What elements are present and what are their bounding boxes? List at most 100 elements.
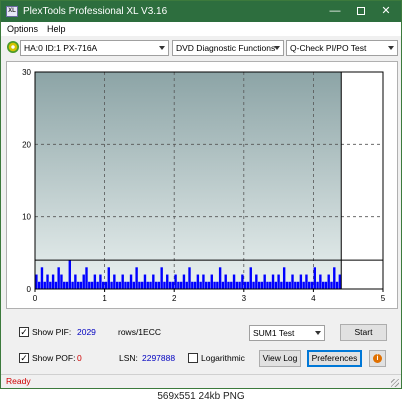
- disc-icon: [7, 41, 19, 53]
- chart-bar: [330, 281, 333, 289]
- show-pof-checkbox[interactable]: ✓: [19, 353, 29, 363]
- x-tick-label: 4: [311, 294, 316, 303]
- chart-bar: [260, 281, 264, 289]
- function-select[interactable]: DVD Diagnostic Functions: [172, 40, 284, 56]
- chevron-down-icon: [159, 46, 165, 50]
- chart-bar: [193, 281, 197, 289]
- sum-test-select[interactable]: SUM1 Test: [249, 325, 325, 341]
- chart-bar: [129, 274, 133, 289]
- chart-bar: [213, 281, 216, 289]
- pif-value: 2029: [77, 327, 96, 337]
- test-select[interactable]: Q-Check PI/PO Test: [286, 40, 398, 56]
- chart-bar: [154, 281, 158, 289]
- y-tick-label: 30: [22, 68, 31, 77]
- chart-bar: [110, 281, 113, 289]
- chart-bar: [280, 281, 283, 289]
- chart-bar: [321, 281, 325, 289]
- chart-bar: [335, 281, 339, 289]
- chart-bar: [63, 281, 66, 289]
- chart-bar: [88, 281, 91, 289]
- close-button[interactable]: ✕: [375, 3, 397, 20]
- drive-select[interactable]: HA:0 ID:1 PX-716A: [20, 40, 169, 56]
- chart-bar: [249, 267, 252, 289]
- chart-bar: [166, 274, 169, 289]
- chart-bar: [255, 274, 258, 289]
- x-tick-label: 5: [381, 294, 386, 303]
- show-pif-label: Show PIF:: [32, 327, 72, 337]
- chart-bar: [71, 281, 74, 289]
- preferences-button[interactable]: Preferences: [307, 350, 362, 367]
- x-tick-label: 3: [242, 294, 247, 303]
- chart-bar: [296, 281, 300, 289]
- app-window: XL PlexTools Professional XL V3.16 — ✕ O…: [0, 0, 402, 389]
- drive-select-value: HA:0 ID:1 PX-716A: [24, 43, 98, 53]
- menu-options[interactable]: Options: [7, 24, 38, 35]
- chart-bar: [79, 281, 83, 289]
- chart-bar: [138, 281, 141, 289]
- chart-bar: [288, 281, 291, 289]
- chart-bar: [227, 281, 230, 289]
- chart-bar: [313, 267, 316, 289]
- test-select-value: Q-Check PI/PO Test: [290, 43, 367, 53]
- window-title: PlexTools Professional XL V3.16: [23, 6, 168, 17]
- chart-bar: [90, 281, 94, 289]
- chart-bar: [102, 281, 105, 289]
- chart-bar: [241, 274, 244, 289]
- plot-scanned-area: [35, 72, 342, 289]
- app-icon: XL: [6, 6, 18, 17]
- chart-bar: [93, 274, 97, 289]
- chart-bar: [43, 281, 46, 289]
- chart-bar: [37, 281, 41, 289]
- chart-bar: [177, 281, 180, 289]
- show-pof-label: Show POF:: [32, 353, 76, 363]
- logarithmic-checkbox[interactable]: [188, 353, 198, 363]
- chart-bar: [294, 281, 297, 289]
- chart-bar: [221, 281, 225, 289]
- chart-bar: [127, 281, 130, 289]
- x-tick-label: 0: [33, 294, 38, 303]
- resize-grip-icon[interactable]: [391, 379, 399, 387]
- chart-bar: [107, 267, 110, 289]
- chart-bar: [291, 274, 294, 289]
- chart-bar: [96, 281, 99, 289]
- title-bar[interactable]: XL PlexTools Professional XL V3.16 — ✕: [1, 1, 401, 22]
- chart-bar: [185, 281, 188, 289]
- chart-bar: [60, 274, 63, 289]
- chart-bar: [104, 281, 108, 289]
- chevron-down-icon: [388, 46, 394, 50]
- chart-bar: [74, 274, 77, 289]
- info-button[interactable]: i: [369, 350, 386, 367]
- chart-bar: [277, 274, 280, 289]
- show-pif-checkbox[interactable]: ✓: [19, 327, 29, 337]
- chart-bar: [246, 281, 250, 289]
- chart-bar: [76, 281, 80, 289]
- minimize-button[interactable]: —: [324, 3, 346, 20]
- y-tick-label: 0: [27, 285, 32, 294]
- view-log-button[interactable]: View Log: [259, 350, 301, 367]
- chart-bar: [230, 281, 233, 289]
- y-tick-label: 10: [22, 213, 31, 222]
- chart-bar: [46, 274, 49, 289]
- chart-bar: [269, 281, 272, 289]
- chart-bar: [324, 281, 328, 289]
- chart-bar: [152, 274, 155, 289]
- function-select-value: DVD Diagnostic Functions: [176, 43, 276, 53]
- lsn-label: LSN:: [119, 353, 138, 363]
- chart-bar: [168, 281, 172, 289]
- chart-bar: [252, 281, 255, 289]
- chart-bar: [191, 281, 194, 289]
- chart-bar: [232, 274, 236, 289]
- maximize-button[interactable]: [350, 3, 372, 20]
- menu-bar: Options Help: [1, 22, 401, 36]
- start-button[interactable]: Start: [340, 324, 387, 341]
- menu-help[interactable]: Help: [47, 24, 66, 35]
- chart-bar: [82, 274, 85, 289]
- chart-bar: [305, 274, 308, 289]
- logarithmic-label: Logarithmic: [201, 353, 245, 363]
- chart-bar: [333, 267, 336, 289]
- chart-bar: [40, 267, 44, 289]
- chart-bar: [54, 281, 58, 289]
- chart-bar: [210, 274, 213, 289]
- chart-bar: [171, 281, 175, 289]
- chart-bar: [124, 281, 127, 289]
